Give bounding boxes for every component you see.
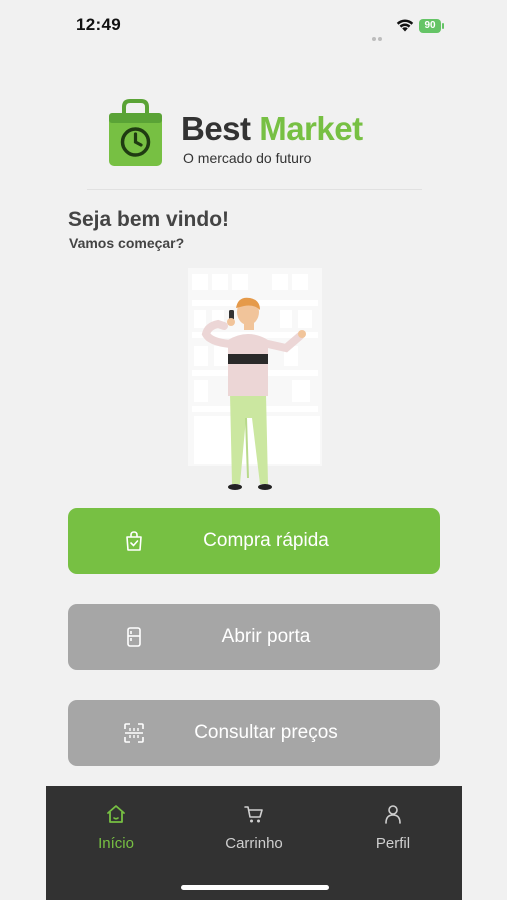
tab-home-label: Início — [98, 835, 134, 852]
shopping-bag-clock-icon — [109, 99, 162, 166]
check-prices-label: Consultar preços — [194, 722, 338, 743]
home-icon — [107, 805, 125, 823]
status-bar: 12:49 90 — [0, 0, 507, 52]
bottom-tab-bar: Início Carrinho Perfil — [46, 786, 462, 900]
tab-home[interactable]: Início — [56, 786, 176, 866]
quick-purchase-button[interactable]: Compra rápida — [68, 508, 440, 574]
open-door-button[interactable]: Abrir porta — [68, 604, 440, 670]
divider — [87, 189, 422, 190]
user-icon — [385, 805, 401, 824]
quick-purchase-label: Compra rápida — [203, 530, 329, 551]
brand-name-best: Best — [181, 110, 251, 147]
wifi-icon — [396, 19, 414, 32]
tab-cart[interactable]: Carrinho — [194, 786, 314, 866]
brand-name-market: Market — [259, 110, 363, 147]
status-time: 12:49 — [76, 15, 121, 34]
welcome-title: Seja bem vindo! — [68, 208, 230, 231]
brand-tagline: O mercado do futuro — [183, 150, 312, 166]
cart-icon — [244, 806, 263, 823]
brand-name: Best Market — [181, 110, 363, 148]
battery-level: 90 — [424, 20, 436, 31]
shopper-illustration — [188, 268, 322, 490]
tab-profile[interactable]: Perfil — [333, 786, 453, 866]
welcome-subtitle: Vamos começar? — [69, 235, 185, 251]
home-indicator[interactable] — [181, 885, 329, 890]
check-prices-button[interactable]: Consultar preços — [68, 700, 440, 766]
tab-cart-label: Carrinho — [225, 835, 283, 852]
cellular-signal-icon — [372, 28, 384, 46]
open-door-label: Abrir porta — [221, 626, 311, 647]
battery-icon: 90 — [419, 19, 446, 33]
tab-profile-label: Perfil — [375, 835, 411, 852]
